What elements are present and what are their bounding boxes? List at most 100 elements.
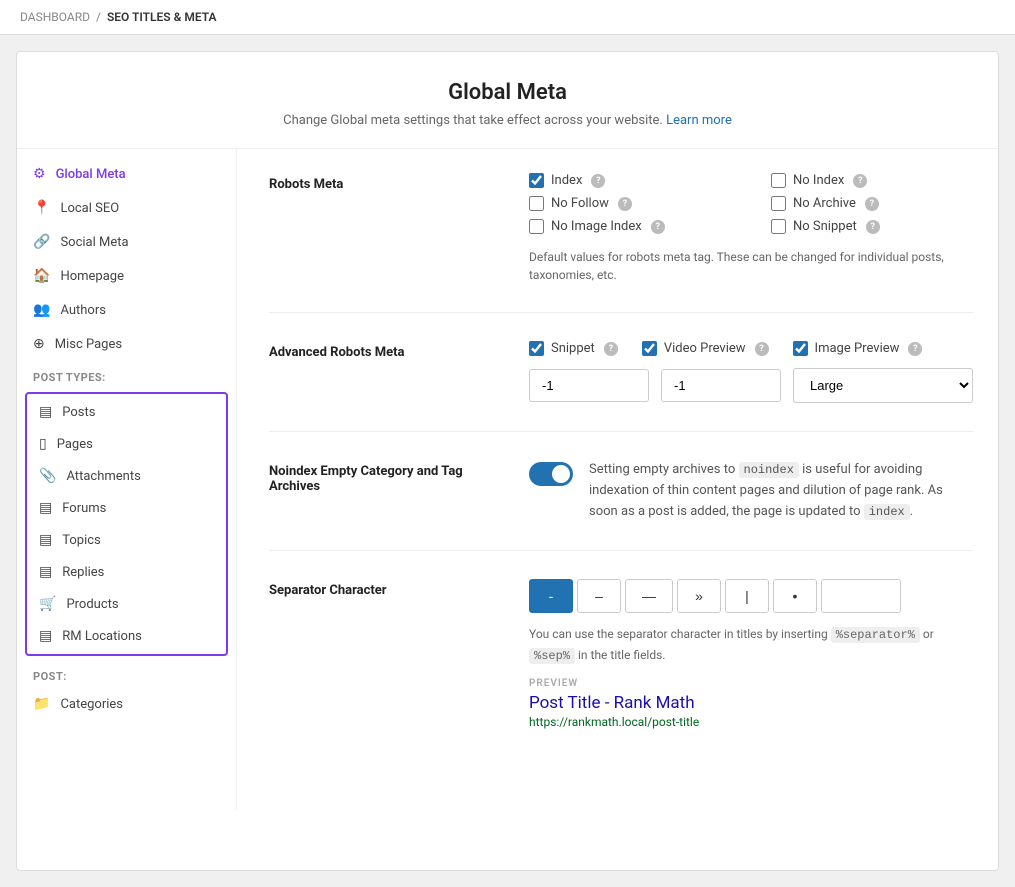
sidebar-item-label: Global Meta bbox=[56, 167, 126, 182]
noarchive-help-icon[interactable]: ? bbox=[865, 197, 879, 211]
checkbox-nofollow-row: No Follow ? bbox=[529, 196, 731, 211]
pin-icon: 📍 bbox=[33, 200, 50, 216]
preview-label: PREVIEW bbox=[529, 678, 973, 689]
noindex-description: Setting empty archives to noindex is use… bbox=[589, 460, 973, 522]
topics-icon: ▤ bbox=[39, 532, 52, 548]
checkbox-video-preview[interactable] bbox=[642, 341, 657, 356]
checkbox-image-preview-row: Image Preview ? bbox=[793, 341, 923, 356]
preview-title[interactable]: Post Title - Rank Math bbox=[529, 693, 973, 713]
sidebar-item-label: Posts bbox=[62, 405, 95, 420]
separator-note: You can use the separator character in t… bbox=[529, 625, 973, 665]
robots-meta-content: Index ? No Follow ? No bbox=[529, 173, 973, 284]
separator-custom-input[interactable] bbox=[821, 579, 901, 613]
separator-code2: %sep% bbox=[529, 648, 575, 664]
checkbox-no-image-index-label: No Image Index bbox=[551, 219, 642, 234]
noindex-code2: index bbox=[864, 504, 910, 520]
sidebar-item-misc-pages[interactable]: ⊕ Misc Pages bbox=[17, 327, 236, 361]
separator-dash-button[interactable]: - bbox=[529, 579, 573, 613]
noindex-code1: noindex bbox=[739, 462, 799, 478]
noindex-content: Setting empty archives to noindex is use… bbox=[529, 460, 973, 522]
sidebar-item-label: Local SEO bbox=[60, 201, 119, 216]
separator-mdash-button[interactable]: — bbox=[625, 579, 673, 613]
learn-more-link[interactable]: Learn more bbox=[666, 113, 732, 128]
sidebar-item-rm-locations[interactable]: ▤ RM Locations bbox=[27, 620, 226, 652]
sidebar-item-label: Replies bbox=[62, 565, 104, 580]
categories-icon: 📁 bbox=[33, 696, 50, 712]
sidebar-item-products[interactable]: 🛒 Products bbox=[27, 588, 226, 620]
noindex-label: Noindex Empty Category and Tag Archives bbox=[269, 460, 489, 494]
checkbox-snippet-row: Snippet ? bbox=[529, 341, 618, 356]
checkbox-noindex-label: No Index bbox=[793, 173, 844, 188]
video-preview-value-input[interactable] bbox=[661, 369, 781, 402]
checkbox-snippet[interactable] bbox=[529, 341, 544, 356]
sidebar-item-topics[interactable]: ▤ Topics bbox=[27, 524, 226, 556]
video-preview-help-icon[interactable]: ? bbox=[755, 342, 769, 356]
robots-meta-note: Default values for robots meta tag. Thes… bbox=[529, 248, 973, 284]
page-subtitle: Change Global meta settings that take ef… bbox=[37, 113, 978, 128]
post-types-label: Post Types: bbox=[17, 361, 236, 388]
topbar: DASHBOARD / SEO TITLES & META bbox=[0, 0, 1015, 35]
attachments-icon: 📎 bbox=[39, 468, 56, 484]
checkbox-no-image-index[interactable] bbox=[529, 219, 544, 234]
sidebar-item-local-seo[interactable]: 📍 Local SEO bbox=[17, 191, 236, 225]
robots-meta-label: Robots Meta bbox=[269, 173, 489, 192]
checkbox-noarchive-row: No Archive ? bbox=[771, 196, 973, 211]
sidebar-item-categories[interactable]: 📁 Categories bbox=[17, 687, 236, 721]
sidebar-item-label: Forums bbox=[62, 501, 106, 516]
checkbox-index-row: Index ? bbox=[529, 173, 731, 188]
nofollow-help-icon[interactable]: ? bbox=[618, 197, 632, 211]
sidebar-item-label: Misc Pages bbox=[55, 337, 122, 352]
checkbox-video-preview-label: Video Preview bbox=[664, 341, 746, 356]
sidebar-item-label: Pages bbox=[57, 437, 93, 452]
sidebar-item-label: RM Locations bbox=[62, 629, 142, 644]
page-title: Global Meta bbox=[37, 80, 978, 105]
topbar-separator: / bbox=[96, 10, 101, 24]
checkbox-nosnippet-row: No Snippet ? bbox=[771, 219, 973, 234]
robots-meta-section: Robots Meta Index ? bbox=[269, 173, 973, 313]
checkbox-image-preview[interactable] bbox=[793, 341, 808, 356]
separator-raquo-button[interactable]: » bbox=[677, 579, 721, 613]
snippet-value-input[interactable] bbox=[529, 369, 649, 402]
checkbox-noindex[interactable] bbox=[771, 173, 786, 188]
checkbox-video-preview-row: Video Preview ? bbox=[642, 341, 769, 356]
sidebar-item-pages[interactable]: ▯ Pages bbox=[27, 428, 226, 460]
noindex-help-icon[interactable]: ? bbox=[853, 174, 867, 188]
checkbox-nosnippet-label: No Snippet bbox=[793, 219, 857, 234]
no-image-index-help-icon[interactable]: ? bbox=[651, 220, 665, 234]
checkbox-noarchive[interactable] bbox=[771, 196, 786, 211]
sidebar-item-global-meta[interactable]: ⚙ Global Meta bbox=[17, 157, 236, 191]
sidebar-item-label: Categories bbox=[60, 697, 123, 712]
posts-icon: ▤ bbox=[39, 404, 52, 420]
sidebar-item-replies[interactable]: ▤ Replies bbox=[27, 556, 226, 588]
nosnippet-help-icon[interactable]: ? bbox=[866, 220, 880, 234]
main-content: Robots Meta Index ? bbox=[237, 149, 1005, 809]
sidebar-item-social-meta[interactable]: 🔗 Social Meta bbox=[17, 225, 236, 259]
sidebar-item-posts[interactable]: ▤ Posts bbox=[27, 396, 226, 428]
sidebar-item-forums[interactable]: ▤ Forums bbox=[27, 492, 226, 524]
image-preview-help-icon[interactable]: ? bbox=[908, 342, 922, 356]
image-preview-select[interactable]: None Standard Large bbox=[793, 368, 973, 403]
gear-icon: ⚙ bbox=[33, 166, 46, 182]
topbar-dashboard[interactable]: DASHBOARD bbox=[20, 10, 90, 24]
social-icon: 🔗 bbox=[33, 234, 50, 250]
sidebar-item-authors[interactable]: 👥 Authors bbox=[17, 293, 236, 327]
checkbox-index-label: Index bbox=[551, 173, 582, 188]
post-section-label: Post: bbox=[17, 660, 236, 687]
checkbox-nosnippet[interactable] bbox=[771, 219, 786, 234]
sidebar-item-attachments[interactable]: 📎 Attachments bbox=[27, 460, 226, 492]
misc-icon: ⊕ bbox=[33, 336, 45, 352]
sidebar-item-homepage[interactable]: 🏠 Homepage bbox=[17, 259, 236, 293]
separator-label: Separator Character bbox=[269, 579, 489, 598]
noindex-toggle[interactable] bbox=[529, 462, 573, 486]
sidebar-item-label: Attachments bbox=[66, 469, 140, 484]
checkbox-nofollow[interactable] bbox=[529, 196, 544, 211]
index-help-icon[interactable]: ? bbox=[591, 174, 605, 188]
separator-ndash-button[interactable]: – bbox=[577, 579, 621, 613]
snippet-help-icon[interactable]: ? bbox=[604, 342, 618, 356]
products-icon: 🛒 bbox=[39, 596, 56, 612]
checkbox-snippet-label: Snippet bbox=[551, 341, 595, 356]
page-header: Global Meta Change Global meta settings … bbox=[17, 52, 998, 149]
separator-bullet-button[interactable]: • bbox=[773, 579, 817, 613]
separator-pipe-button[interactable]: | bbox=[725, 579, 769, 613]
checkbox-index[interactable] bbox=[529, 173, 544, 188]
